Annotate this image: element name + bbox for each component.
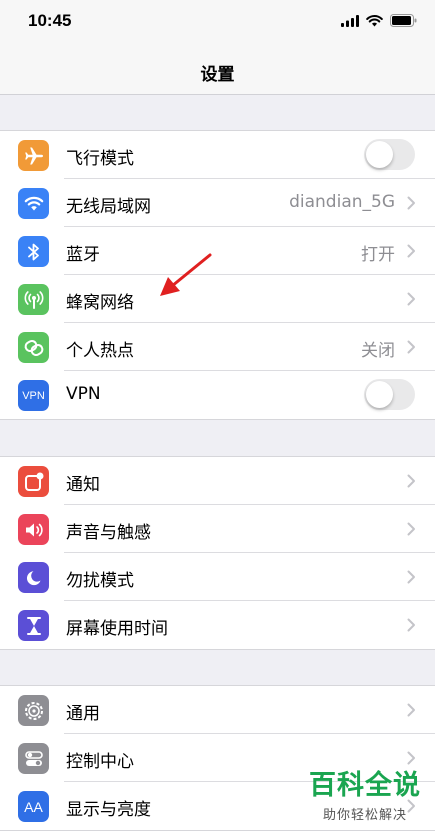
cellular-antenna-icon (18, 284, 49, 315)
watermark-title: 百科全说 (309, 770, 421, 801)
row-label: 蓝牙 (66, 245, 100, 265)
vpn-icon-text: VPN (22, 389, 45, 402)
settings-row-general[interactable]: 通用 (0, 686, 435, 734)
row-label: 屏幕使用时间 (66, 619, 168, 639)
row-label: 蜂窝网络 (66, 293, 134, 313)
bluetooth-icon (18, 236, 49, 267)
toggles-icon (18, 743, 49, 774)
row-label: 控制中心 (66, 752, 134, 772)
toggle-knob (366, 141, 393, 168)
row-label: 显示与亮度 (66, 800, 151, 820)
vpn-toggle[interactable] (364, 379, 415, 410)
wifi-status-icon (366, 14, 383, 26)
settings-row-screentime[interactable]: 屏幕使用时间 (0, 601, 435, 649)
settings-row-wifi[interactable]: 无线局域网 diandian_5G (0, 179, 435, 227)
notifications-group: 通知 声音与触感 勿扰模式 屏幕使用时间 (0, 456, 435, 650)
watermark: 百科全说 助你轻松解决 (309, 763, 421, 823)
chevron-right-icon (407, 340, 415, 354)
chevron-right-icon (407, 292, 415, 306)
nav-bar: 设置 (0, 46, 435, 95)
settings-row-sounds[interactable]: 声音与触感 (0, 505, 435, 553)
row-value: diandian_5G (289, 192, 395, 212)
airplane-icon (18, 140, 49, 171)
chevron-right-icon (407, 703, 415, 717)
row-label: 通知 (66, 475, 100, 495)
speaker-icon (18, 514, 49, 545)
row-label: 飞行模式 (66, 149, 134, 169)
settings-row-hotspot[interactable]: 个人热点 关闭 (0, 323, 435, 371)
row-label: 无线局域网 (66, 197, 151, 217)
settings-row-cellular[interactable]: 蜂窝网络 (0, 275, 435, 323)
chevron-right-icon (407, 474, 415, 488)
battery-icon (390, 14, 417, 27)
gear-icon (18, 695, 49, 726)
hotspot-icon (18, 332, 49, 363)
status-bar: 10:45 (0, 0, 435, 46)
row-label: 个人热点 (66, 341, 134, 361)
row-label: 通用 (66, 704, 100, 724)
cellular-signal-icon (341, 14, 359, 27)
row-value: 关闭 (361, 341, 395, 361)
hourglass-icon (18, 610, 49, 641)
row-value: 打开 (361, 245, 395, 265)
status-icons (341, 14, 417, 27)
settings-row-notifications[interactable]: 通知 (0, 457, 435, 505)
row-label: VPN (66, 384, 101, 404)
status-time: 10:45 (28, 11, 72, 30)
wifi-icon (18, 188, 49, 219)
chevron-right-icon (407, 522, 415, 536)
display-brightness-icon: AA (18, 791, 49, 822)
display-icon-text: AA (24, 798, 43, 815)
chevron-right-icon (407, 570, 415, 584)
notifications-icon (18, 466, 49, 497)
settings-row-bluetooth[interactable]: 蓝牙 打开 (0, 227, 435, 275)
row-label: 声音与触感 (66, 523, 151, 543)
toggle-knob (366, 381, 393, 408)
page-title: 设置 (200, 65, 235, 85)
settings-row-dnd[interactable]: 勿扰模式 (0, 553, 435, 601)
chevron-right-icon (407, 244, 415, 258)
chevron-right-icon (407, 618, 415, 632)
row-label: 勿扰模式 (66, 571, 134, 591)
watermark-subtitle: 助你轻松解决 (322, 808, 407, 823)
settings-row-vpn[interactable]: VPN VPN (0, 371, 435, 419)
connectivity-group: 飞行模式 无线局域网 diandian_5G 蓝牙 打开 蜂窝网络 个人热点 关 (0, 130, 435, 420)
moon-icon (18, 562, 49, 593)
vpn-icon: VPN (18, 380, 49, 411)
airplane-toggle[interactable] (364, 139, 415, 170)
settings-row-airplane[interactable]: 飞行模式 (0, 131, 435, 179)
chevron-right-icon (407, 196, 415, 210)
